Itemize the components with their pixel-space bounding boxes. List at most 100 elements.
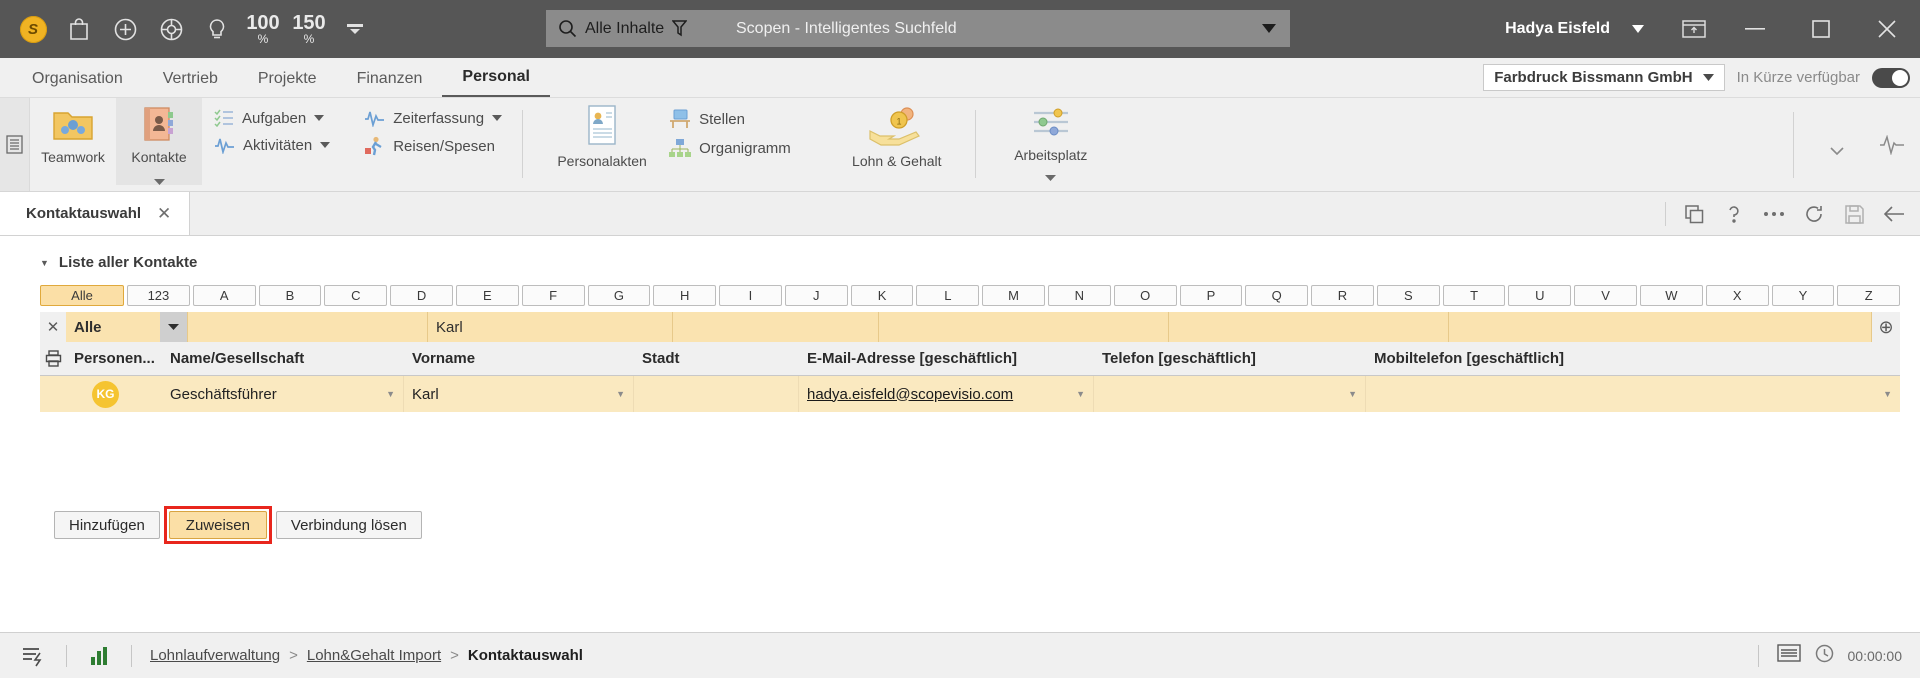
cell-email-value[interactable]: hadya.eisfeld@scopevisio.com [807, 386, 1013, 403]
alpha-filter-c[interactable]: C [324, 285, 388, 306]
chevron-down-icon[interactable]: ▼ [1076, 389, 1085, 399]
column-header-personen[interactable]: Personen... [66, 342, 162, 375]
filter-input-stadt[interactable] [673, 312, 879, 342]
global-search[interactable]: Alle Inhalte Scopen - Intelligentes Such… [546, 10, 1290, 47]
alpha-filter-y[interactable]: Y [1771, 285, 1835, 306]
alpha-filter-alle[interactable]: Alle [40, 285, 125, 306]
alpha-filter-p[interactable]: P [1179, 285, 1243, 306]
menu-item-vertrieb[interactable]: Vertrieb [143, 70, 238, 97]
activity-pulse-icon[interactable] [1864, 135, 1920, 155]
ribbon-button-kontakte[interactable]: Kontakte [116, 98, 202, 186]
chart-bars-icon[interactable] [85, 646, 113, 665]
filter-input-mobil[interactable] [1449, 312, 1872, 342]
clock-icon[interactable] [1815, 644, 1834, 668]
menu-item-finanzen[interactable]: Finanzen [337, 70, 443, 97]
minimize-button[interactable] [1722, 0, 1788, 58]
alpha-filter-q[interactable]: Q [1245, 285, 1309, 306]
close-button[interactable] [1854, 0, 1920, 58]
filter-input-email[interactable] [879, 312, 1169, 342]
ribbon-button-personalakten[interactable]: Personalakten [537, 98, 667, 169]
ribbon-rail-button[interactable] [0, 98, 30, 191]
cell-email[interactable]: hadya.eisfeld@scopevisio.com ▼ [799, 376, 1094, 412]
close-icon[interactable]: ✕ [157, 204, 171, 224]
alpha-filter-r[interactable]: R [1311, 285, 1374, 306]
tab-kontaktauswahl[interactable]: Kontaktauswahl ✕ [0, 192, 191, 235]
alpha-filter-j[interactable]: J [784, 285, 848, 306]
chevron-down-icon[interactable]: ▼ [386, 389, 395, 399]
ribbon-button-aktivitaeten[interactable]: Aktivitäten [214, 136, 336, 154]
alpha-filter-k[interactable]: K [850, 285, 914, 306]
filter-input-name[interactable] [188, 312, 428, 342]
assign-button[interactable]: Zuweisen [168, 511, 267, 539]
alpha-filter-u[interactable]: U [1508, 285, 1572, 306]
breadcrumb-item-1[interactable]: Lohnlaufverwaltung [150, 647, 280, 664]
chevron-down-icon[interactable]: ▼ [1348, 389, 1357, 399]
alpha-filter-t[interactable]: T [1442, 285, 1506, 306]
alpha-filter-e[interactable]: E [455, 285, 519, 306]
ribbon-collapse-chevron-down-icon[interactable] [1810, 98, 1864, 192]
alpha-filter-l[interactable]: L [916, 285, 980, 306]
maximize-button[interactable] [1788, 0, 1854, 58]
user-name[interactable]: Hadya Eisfeld [1505, 20, 1610, 38]
print-icon[interactable] [40, 342, 66, 375]
ribbon-button-organigramm[interactable]: Organigramm [669, 138, 797, 158]
cell-mobil[interactable]: ▼ [1366, 376, 1900, 412]
chevron-down-icon[interactable]: ▼ [1883, 389, 1892, 399]
save-icon[interactable] [1834, 192, 1874, 236]
chevron-down-icon[interactable] [160, 312, 187, 342]
alpha-filter-m[interactable]: M [982, 285, 1045, 306]
alpha-filter-w[interactable]: W [1640, 285, 1703, 306]
search-scope[interactable]: Alle Inhalte [546, 19, 728, 38]
table-row[interactable]: KG Geschäftsführer ▼ Karl ▼ hadya.eisfel… [40, 376, 1900, 412]
alpha-filter-d[interactable]: D [390, 285, 453, 306]
lifebuoy-icon[interactable] [148, 6, 194, 52]
alpha-filter-z[interactable]: Z [1837, 285, 1901, 306]
column-header-telefon[interactable]: Telefon [geschäftlich] [1094, 342, 1366, 375]
lightbulb-icon[interactable] [194, 6, 240, 52]
back-icon[interactable] [1874, 192, 1914, 236]
alpha-filter-123[interactable]: 123 [127, 285, 190, 306]
filter-input-telefon[interactable] [1169, 312, 1449, 342]
duplicate-icon[interactable] [1674, 192, 1714, 236]
zoom-150-button[interactable]: 150 % [286, 6, 332, 52]
ribbon-button-zeiterfassung[interactable]: Zeiterfassung [364, 109, 508, 127]
column-header-mobil[interactable]: Mobiltelefon [geschäftlich] [1366, 342, 1900, 375]
user-menu-chevron-down-icon[interactable] [1610, 0, 1666, 58]
filter-scope-select[interactable]: Alle [66, 312, 188, 342]
shop-bag-icon[interactable] [56, 6, 102, 52]
add-filter-icon[interactable]: ⊕ [1872, 312, 1900, 342]
company-selector[interactable]: Farbdruck Bissmann GmbH [1483, 64, 1725, 91]
alpha-filter-h[interactable]: H [653, 285, 717, 306]
chevron-down-icon[interactable] [1262, 20, 1290, 38]
column-header-name[interactable]: Name/Gesellschaft [162, 342, 404, 375]
cell-name[interactable]: Geschäftsführer ▼ [162, 376, 404, 412]
add-button[interactable]: Hinzufügen [54, 511, 160, 539]
plus-circle-icon[interactable] [102, 6, 148, 52]
clear-filter-icon[interactable]: ✕ [40, 312, 66, 342]
breadcrumb-item-2[interactable]: Lohn&Gehalt Import [307, 647, 441, 664]
alpha-filter-g[interactable]: G [587, 285, 651, 306]
alpha-filter-s[interactable]: S [1376, 285, 1440, 306]
alpha-filter-a[interactable]: A [192, 285, 256, 306]
list-view-icon[interactable] [1776, 644, 1801, 667]
ribbon-button-stellen[interactable]: Stellen [669, 109, 797, 129]
availability-toggle[interactable] [1872, 67, 1910, 88]
app-logo-icon[interactable]: S [10, 6, 56, 52]
filter-input-vorname[interactable]: Karl [428, 312, 673, 342]
triangle-down-icon[interactable]: ▼ [40, 258, 49, 268]
cell-stadt[interactable] [634, 376, 799, 412]
column-header-email[interactable]: E-Mail-Adresse [geschäftlich] [799, 342, 1094, 375]
column-header-vorname[interactable]: Vorname [404, 342, 634, 375]
menu-item-projekte[interactable]: Projekte [238, 70, 337, 97]
cell-vorname[interactable]: Karl ▼ [404, 376, 634, 412]
help-icon[interactable] [1714, 192, 1754, 236]
workflow-icon[interactable] [18, 645, 48, 667]
alpha-filter-f[interactable]: F [521, 285, 585, 306]
ribbon-button-teamwork[interactable]: Teamwork [30, 98, 116, 165]
menu-item-organisation[interactable]: Organisation [12, 70, 143, 97]
list-title[interactable]: ▼ Liste aller Kontakte [20, 236, 1900, 285]
ribbon-button-aufgaben[interactable]: Aufgaben [214, 109, 336, 127]
alpha-filter-n[interactable]: N [1047, 285, 1111, 306]
search-input[interactable]: Scopen - Intelligentes Suchfeld [728, 20, 1262, 38]
restore-panel-icon[interactable] [1666, 0, 1722, 58]
